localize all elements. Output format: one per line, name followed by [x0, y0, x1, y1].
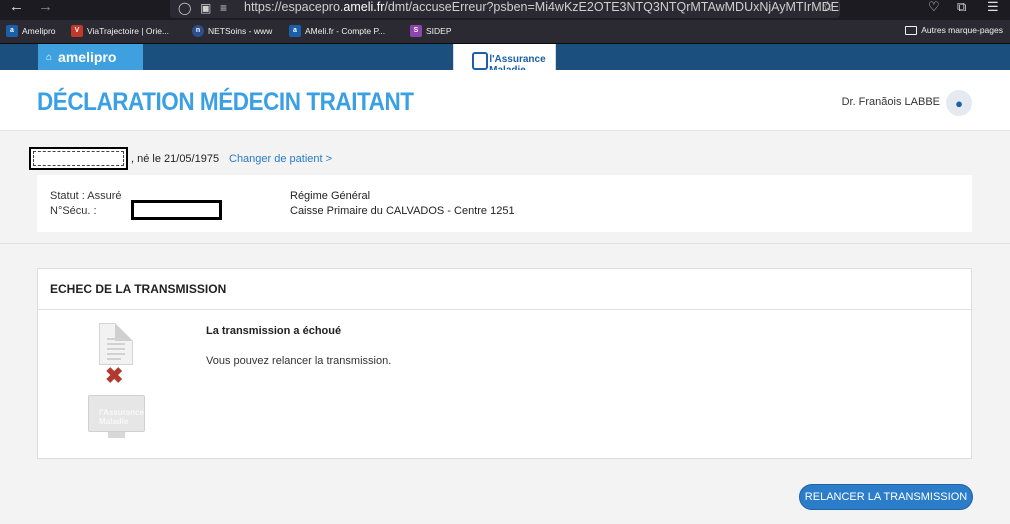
permissions-icon[interactable]: ≡	[220, 1, 227, 15]
amelipro-home-tab[interactable]: ⌂ amelipro	[38, 44, 143, 70]
ameli-favicon-icon: a	[289, 25, 301, 37]
statut-label: Statut : Assuré	[50, 190, 122, 202]
bookmark-label: NETSoins - www	[208, 26, 273, 36]
bookmark-star-icon[interactable]: ☆	[821, 0, 834, 13]
address-bar[interactable]: ◯ ▣ ≡ https://espacepro.ameli.fr/dmt/acc…	[170, 0, 840, 18]
patient-section: , né le 21/05/1975 Changer de patient > …	[0, 131, 1010, 244]
bookmark-label: ViaTrajectoire | Orie...	[87, 26, 170, 36]
browser-toolbar: ← → ◯ ▣ ≡ https://espacepro.ameli.fr/dmt…	[0, 0, 1010, 20]
back-icon[interactable]: ←	[9, 0, 24, 14]
panel-title: ECHEC DE LA TRANSMISSION	[38, 269, 971, 310]
folder-icon	[905, 25, 918, 35]
amelipro-label: amelipro	[58, 49, 117, 65]
monitor-logo-text: l'Assurance Maladie	[99, 408, 145, 426]
url-path: /dmt/accuseErreur?psben=Mi4wKzE2OTE3NTQ3…	[384, 0, 840, 14]
bookmark-netsoins[interactable]: n NETSoins - www	[192, 25, 272, 37]
page-header: DÉCLARATION MÉDECIN TRAITANT Dr. Franãoi…	[0, 70, 1010, 131]
error-cross-icon: ✖	[105, 363, 124, 388]
url-prefix: https://espacepro.	[244, 0, 344, 14]
transmission-error-panel: ECHEC DE LA TRANSMISSION ✖ l'Assurance M…	[37, 268, 972, 459]
bookmark-label: Amelipro	[22, 26, 56, 36]
other-bookmarks[interactable]: Autres marque-pages	[905, 25, 1003, 35]
url-domain: ameli.fr	[343, 0, 385, 14]
bookmark-label: SIDEP	[426, 26, 452, 36]
lock-icon[interactable]: ▣	[200, 1, 211, 15]
sidep-favicon-icon: S	[410, 25, 422, 37]
shield-icon[interactable]: ◯	[178, 1, 191, 15]
amelipro-favicon-icon: a	[6, 25, 18, 37]
pocket-icon[interactable]: ♡	[928, 0, 940, 14]
patient-card: Statut : Assuré N°Sécu. : Régime Général…	[37, 175, 972, 232]
caisse-value: Caisse Primaire du CALVADOS - Centre 125…	[290, 205, 515, 217]
redacted-patient-name	[29, 147, 128, 170]
secu-label: N°Sécu. :	[50, 205, 97, 217]
redacted-secu-number	[131, 200, 222, 220]
bookmark-ameli-compte[interactable]: a AMeli.fr - Compte P...	[289, 25, 385, 37]
menu-icon[interactable]: ☰	[987, 0, 999, 14]
monitor-stand	[108, 432, 125, 438]
forward-icon[interactable]: →	[38, 0, 53, 14]
page-title: DÉCLARATION MÉDECIN TRAITANT	[37, 88, 414, 116]
error-title: La transmission a échoué	[206, 325, 342, 337]
bookmark-viatrajectoire[interactable]: V ViaTrajectoire | Orie...	[71, 25, 169, 37]
main-content: ECHEC DE LA TRANSMISSION ✖ l'Assurance M…	[0, 244, 1010, 524]
monitor-icon: l'Assurance Maladie	[88, 395, 145, 432]
user-name: Dr. Franãois LABBE	[841, 96, 940, 108]
user-avatar[interactable]: ●	[946, 90, 972, 116]
other-bookmarks-label: Autres marque-pages	[921, 25, 1003, 35]
bookmark-amelipro[interactable]: a Amelipro	[6, 25, 56, 37]
bookmarks-bar: a Amelipro V ViaTrajectoire | Orie... n …	[0, 20, 1010, 44]
bookmark-sidep[interactable]: S SIDEP	[410, 25, 452, 37]
home-icon: ⌂	[46, 51, 53, 63]
logo-line1: l'Assurance	[489, 54, 546, 65]
extensions-icon[interactable]: ⧉	[957, 0, 966, 14]
regime-value: Régime Général	[290, 190, 371, 202]
patient-birth: , né le 21/05/1975	[131, 153, 220, 165]
netsoins-favicon-icon: n	[192, 25, 204, 37]
assurance-maladie-emblem-icon	[472, 52, 488, 70]
error-message: Vous pouvez relancer la transmission.	[206, 355, 392, 367]
viatrajectoire-favicon-icon: V	[71, 25, 83, 37]
relancer-transmission-button[interactable]: RELANCER LA TRANSMISSION	[799, 484, 973, 510]
change-patient-link[interactable]: Changer de patient >	[229, 153, 332, 165]
bookmark-label: AMeli.fr - Compte P...	[305, 26, 386, 36]
document-icon	[99, 323, 133, 365]
user-icon: ●	[955, 95, 963, 111]
